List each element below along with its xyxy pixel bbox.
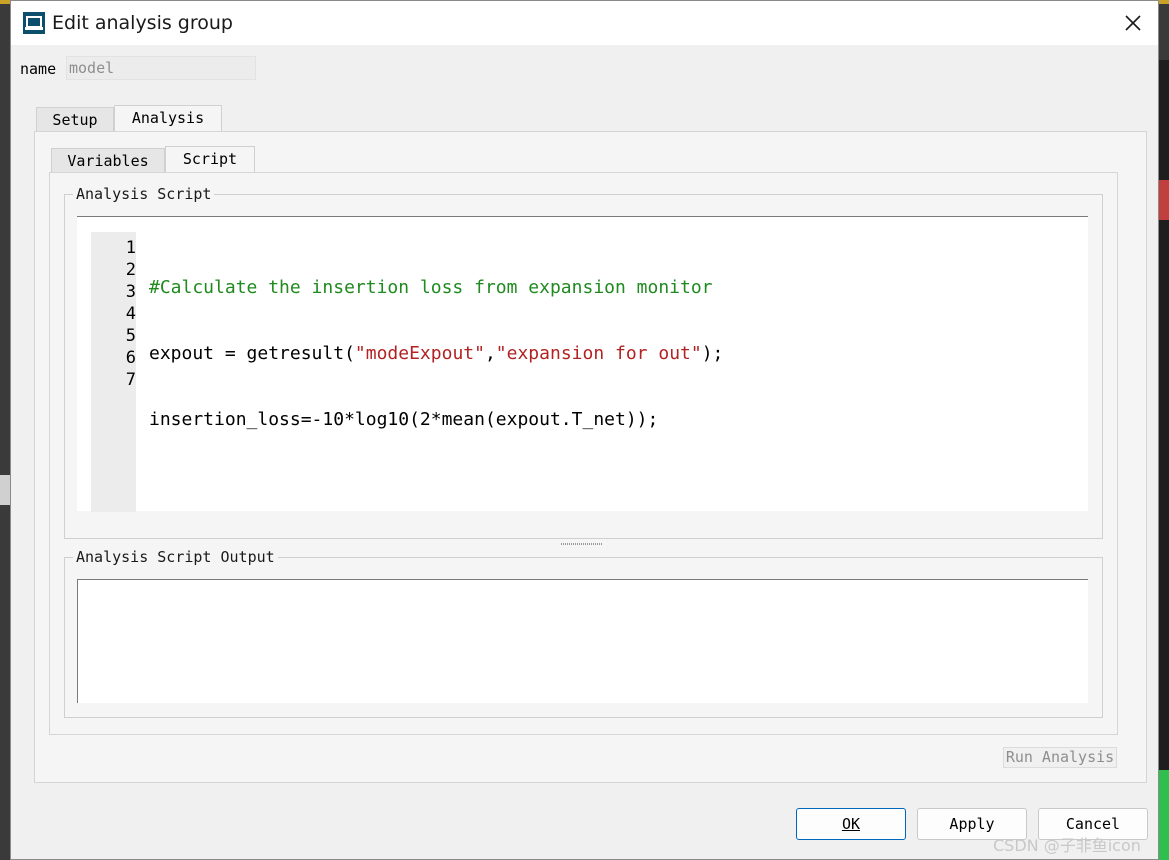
edit-analysis-group-dialog: Edit analysis group name model Setup Ana… xyxy=(10,0,1159,860)
tab-analysis-label: Analysis xyxy=(131,109,205,127)
background-app-right-green xyxy=(1159,770,1169,860)
apply-button-label: Apply xyxy=(949,815,995,833)
line-number: 2 xyxy=(125,260,136,280)
code-line: insertion_loss=-10*log10(2*mean(expout.T… xyxy=(149,409,723,431)
tab-variables-label: Variables xyxy=(67,152,149,170)
line-number-gutter: 1 2 3 4 5 6 7 xyxy=(91,232,136,512)
background-app-right-red xyxy=(1159,180,1169,220)
code-comment: #Calculate the insertion loss from expan… xyxy=(149,277,713,298)
tab-script[interactable]: Script xyxy=(165,146,255,173)
line-number: 7 xyxy=(125,370,136,390)
ok-button[interactable]: OK xyxy=(796,808,906,840)
tab-variables[interactable]: Variables xyxy=(51,148,165,172)
code-line: #Calculate the insertion loss from expan… xyxy=(149,277,723,299)
name-label: name xyxy=(20,60,57,78)
tab-setup[interactable]: Setup xyxy=(36,107,114,131)
script-output-area[interactable] xyxy=(77,579,1088,703)
code-text: ); xyxy=(701,343,724,364)
tab-analysis[interactable]: Analysis xyxy=(114,105,222,132)
line-number: 5 xyxy=(125,326,136,346)
code-line: expout = getresult("modeExpout","expansi… xyxy=(149,343,723,365)
line-number: 4 xyxy=(125,304,136,324)
name-input[interactable]: model xyxy=(66,56,256,80)
cancel-button-label: Cancel xyxy=(1065,815,1121,833)
code-text: , xyxy=(484,343,496,364)
script-code: #Calculate the insertion loss from expan… xyxy=(149,233,723,475)
line-number: 3 xyxy=(125,282,136,302)
watermark: CSDN @子非鱼icon xyxy=(993,836,1141,855)
line-number: 6 xyxy=(125,348,136,368)
ok-button-label: OK xyxy=(841,815,861,833)
code-text: expout = getresult( xyxy=(149,343,355,364)
tab-script-label: Script xyxy=(182,150,238,168)
analysis-output-title: Analysis Script Output xyxy=(73,548,278,566)
code-string: "modeExpout" xyxy=(354,343,485,364)
code-text: insertion_loss=-10*log10(2*mean(expout.T… xyxy=(149,409,659,430)
line-number: 1 xyxy=(125,238,136,258)
close-button[interactable] xyxy=(1108,1,1158,45)
close-icon xyxy=(1125,15,1141,31)
app-logo-icon xyxy=(23,12,45,34)
background-app-left-tab xyxy=(0,475,10,505)
code-string: "expansion for out" xyxy=(495,343,702,364)
run-analysis-button[interactable]: Run Analysis xyxy=(1003,747,1117,768)
script-editor[interactable]: 1 2 3 4 5 6 7 #Calculate the insertion l… xyxy=(77,216,1088,512)
dialog-title: Edit analysis group xyxy=(52,12,233,34)
tab-setup-label: Setup xyxy=(52,111,98,129)
title-bar: Edit analysis group xyxy=(11,1,1158,45)
analysis-script-title: Analysis Script xyxy=(73,185,215,203)
splitter-handle[interactable] xyxy=(561,543,603,546)
